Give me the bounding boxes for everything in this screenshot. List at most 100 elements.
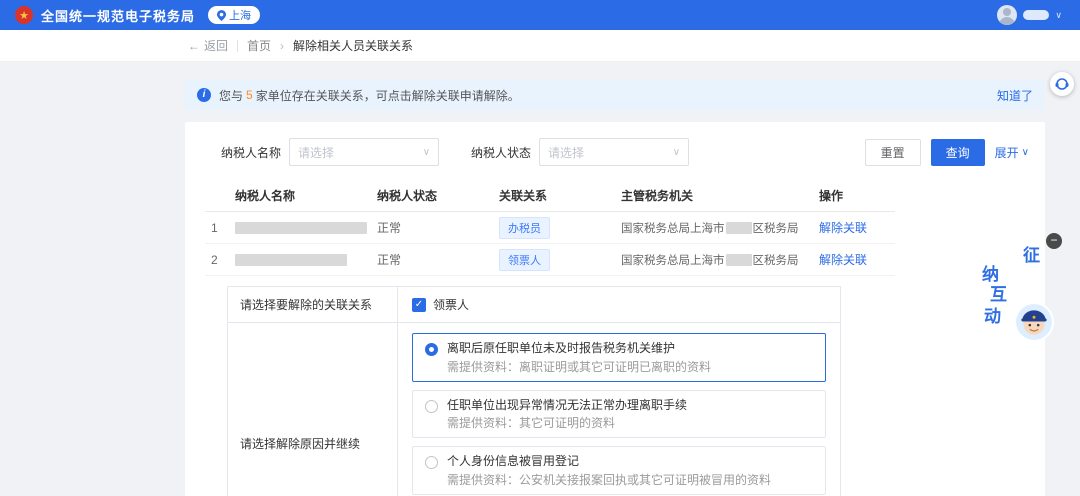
authority-cell: 国家税务总局上海市 区税务局 bbox=[621, 220, 819, 236]
taxpayer-status-value: 正常 bbox=[377, 219, 499, 236]
reason-desc: 需提供资料：公安机关接报案回执或其它可证明被冒用的资料 bbox=[447, 471, 771, 489]
reason-select-label: 请选择解除原因并继续 bbox=[228, 323, 398, 496]
authority-suffix: 区税务局 bbox=[753, 255, 799, 267]
header-taxpayer-status: 纳税人状态 bbox=[377, 187, 499, 204]
redaction-block bbox=[235, 254, 347, 266]
relation-checkbox[interactable]: ✓ bbox=[412, 298, 426, 312]
relation-cell: 领票人 bbox=[499, 249, 621, 271]
taxpayer-name-select[interactable]: 请选择 ∨ bbox=[289, 138, 439, 166]
authority-prefix: 国家税务总局上海市 bbox=[621, 223, 725, 235]
location-label: 上海 bbox=[229, 7, 251, 23]
header-authority: 主管税务机关 bbox=[621, 187, 819, 204]
remove-association-link[interactable]: 解除关联 bbox=[819, 253, 867, 267]
relation-select-label: 请选择要解除的关联关系 bbox=[228, 287, 398, 323]
association-card: 纳税人名称 请选择 ∨ 纳税人状态 请选择 ∨ 重置 查询 展开 ∨ bbox=[185, 122, 1045, 496]
filter-row: 纳税人名称 请选择 ∨ 纳税人状态 请选择 ∨ 重置 查询 展开 ∨ bbox=[221, 138, 1029, 166]
user-avatar[interactable] bbox=[997, 5, 1017, 25]
back-arrow-icon: ← bbox=[188, 39, 200, 53]
back-button[interactable]: ← 返回 bbox=[188, 37, 228, 54]
association-alert: i 您与 5 家单位存在关联关系，可点击解除关联申请解除。 知道了 bbox=[185, 80, 1045, 110]
location-pin-icon bbox=[217, 10, 226, 21]
breadcrumb: ← 返回 首页 › 解除相关人员关联关系 bbox=[0, 30, 1080, 62]
relation-badge: 办税员 bbox=[499, 217, 550, 239]
header-action: 操作 bbox=[819, 187, 895, 204]
action-cell: 解除关联 bbox=[819, 219, 895, 236]
filter-buttons: 重置 查询 展开 ∨ bbox=[865, 139, 1029, 166]
breadcrumb-separator-icon: › bbox=[280, 39, 284, 53]
svg-text:★: ★ bbox=[19, 10, 29, 22]
table-row: 2 正常 领票人 国家税务总局上海市 区税务局 解除关联 bbox=[205, 244, 895, 276]
minimize-widget-button[interactable]: − bbox=[1046, 233, 1062, 249]
main-content: i 您与 5 家单位存在关联关系，可点击解除关联申请解除。 知道了 纳税人名称 … bbox=[0, 62, 1080, 496]
reason-title: 离职后原任职单位未及时报告税务机关维护 bbox=[447, 339, 711, 358]
relation-badge: 领票人 bbox=[499, 249, 550, 271]
breadcrumb-divider bbox=[237, 40, 238, 52]
row-index: 2 bbox=[205, 253, 235, 267]
app-title: 全国统一规范电子税务局 bbox=[41, 6, 195, 25]
search-button[interactable]: 查询 bbox=[931, 139, 985, 166]
redaction-block bbox=[726, 222, 752, 234]
authority-cell: 国家税务总局上海市 区税务局 bbox=[621, 252, 819, 268]
relation-cell: 办税员 bbox=[499, 217, 621, 239]
status-filter-group: 纳税人状态 请选择 ∨ bbox=[471, 138, 689, 166]
redaction-block bbox=[726, 254, 752, 266]
expand-link[interactable]: 展开 ∨ bbox=[995, 144, 1029, 161]
taxpayer-name-redacted bbox=[235, 253, 377, 267]
taxpayer-status-select[interactable]: 请选择 ∨ bbox=[539, 138, 689, 166]
reason-option-text: 个人身份信息被冒用登记 需提供资料：公安机关接报案回执或其它可证明被冒用的资料 bbox=[447, 452, 771, 489]
reason-title: 任职单位出现异常情况无法正常办理离职手续 bbox=[447, 396, 687, 415]
app-header-right: ∨ bbox=[997, 5, 1062, 25]
alert-text-prefix: 您与 bbox=[219, 87, 243, 104]
app-header-left: ★ 全国统一规范电子税务局 上海 bbox=[14, 5, 260, 25]
reason-title: 个人身份信息被冒用登记 bbox=[447, 452, 771, 471]
back-label: 返回 bbox=[204, 37, 228, 54]
interaction-float-widget[interactable]: − 征 纳 互 动 bbox=[976, 243, 1054, 345]
reason-desc: 需提供资料：离职证明或其它可证明已离职的资料 bbox=[447, 358, 711, 376]
breadcrumb-home[interactable]: 首页 bbox=[247, 37, 271, 54]
reason-options: 离职后原任职单位未及时报告税务机关维护 需提供资料：离职证明或其它可证明已离职的… bbox=[398, 323, 840, 496]
taxpayer-status-label: 纳税人状态 bbox=[471, 144, 531, 161]
reset-button[interactable]: 重置 bbox=[865, 139, 921, 166]
user-menu-chevron-icon[interactable]: ∨ bbox=[1055, 10, 1062, 21]
info-icon: i bbox=[197, 88, 211, 102]
widget-char: 动 bbox=[984, 302, 1001, 327]
remove-association-link[interactable]: 解除关联 bbox=[819, 221, 867, 235]
reason-desc: 需提供资料：其它可证明的资料 bbox=[447, 414, 687, 432]
radio-selected-icon[interactable] bbox=[425, 343, 438, 356]
authority-suffix: 区税务局 bbox=[753, 223, 799, 235]
taxpayer-status-value: 正常 bbox=[377, 251, 499, 268]
taxpayer-name-placeholder: 请选择 bbox=[298, 144, 334, 161]
reason-option-abnormal-employer[interactable]: 任职单位出现异常情况无法正常办理离职手续 需提供资料：其它可证明的资料 bbox=[412, 390, 826, 439]
customer-service-icon bbox=[1055, 77, 1069, 91]
location-selector[interactable]: 上海 bbox=[208, 6, 260, 24]
widget-char: 征 bbox=[1023, 241, 1040, 266]
national-emblem-icon: ★ bbox=[14, 5, 34, 25]
radio-icon[interactable] bbox=[425, 400, 438, 413]
header-taxpayer-name: 纳税人名称 bbox=[235, 187, 377, 204]
authority-prefix: 国家税务总局上海市 bbox=[621, 255, 725, 267]
select-chevron-icon: ∨ bbox=[423, 147, 430, 158]
alert-unit-count: 5 bbox=[246, 88, 253, 102]
taxpayer-status-placeholder: 请选择 bbox=[548, 144, 584, 161]
table-row: 1 正常 办税员 国家税务总局上海市 区税务局 解除关联 bbox=[205, 212, 895, 244]
reason-option-resigned[interactable]: 离职后原任职单位未及时报告税务机关维护 需提供资料：离职证明或其它可证明已离职的… bbox=[412, 333, 826, 382]
reason-option-identity-theft[interactable]: 个人身份信息被冒用登记 需提供资料：公安机关接报案回执或其它可证明被冒用的资料 bbox=[412, 446, 826, 495]
tax-officer-avatar-icon bbox=[1014, 302, 1054, 345]
help-float-button[interactable] bbox=[1050, 72, 1074, 96]
reason-option-text: 任职单位出现异常情况无法正常办理离职手续 需提供资料：其它可证明的资料 bbox=[447, 396, 687, 433]
breadcrumb-current: 解除相关人员关联关系 bbox=[293, 37, 413, 54]
taxpayer-name-redacted bbox=[235, 221, 377, 235]
expand-label: 展开 bbox=[995, 144, 1019, 161]
redaction-block bbox=[235, 222, 367, 234]
user-name-redacted bbox=[1023, 10, 1049, 20]
action-cell: 解除关联 bbox=[819, 251, 895, 268]
radio-icon[interactable] bbox=[425, 456, 438, 469]
alert-dismiss-link[interactable]: 知道了 bbox=[997, 87, 1033, 104]
app-header: ★ 全国统一规范电子税务局 上海 ∨ bbox=[0, 0, 1080, 30]
taxpayer-name-label: 纳税人名称 bbox=[221, 144, 281, 161]
relation-checkbox-label: 领票人 bbox=[433, 296, 469, 313]
association-table: 纳税人名称 纳税人状态 关联关系 主管税务机关 操作 1 正常 办税员 国家税务… bbox=[205, 180, 895, 276]
row-index: 1 bbox=[205, 221, 235, 235]
select-chevron-icon: ∨ bbox=[673, 147, 680, 158]
alert-text-suffix: 家单位存在关联关系，可点击解除关联申请解除。 bbox=[256, 87, 520, 104]
